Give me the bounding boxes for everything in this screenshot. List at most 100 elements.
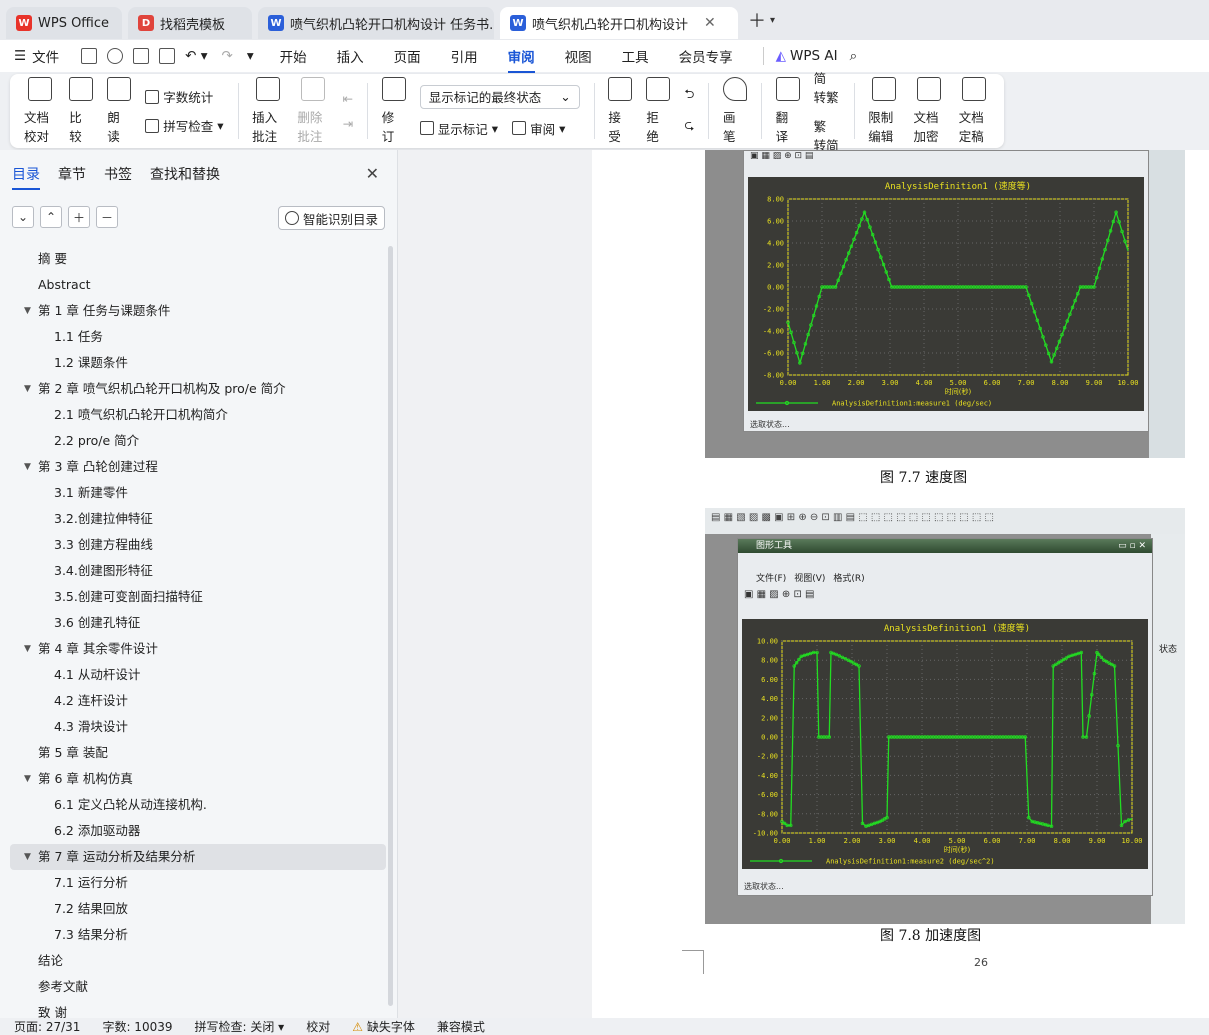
menu-tools[interactable]: 工具 [622, 46, 649, 66]
close-panel-icon[interactable]: ✕ [366, 164, 379, 183]
menu-review[interactable]: 审阅 [507, 46, 535, 73]
menu-page[interactable]: 页面 [394, 46, 421, 66]
expand-triangle-icon[interactable]: ▼ [24, 636, 31, 662]
tab-sections[interactable]: 章节 [58, 164, 86, 190]
compare-button[interactable]: 比较 [69, 77, 94, 145]
doc-check-button[interactable]: 文档校对 [24, 77, 55, 145]
to-traditional-button[interactable]: 简 转繁 [814, 68, 840, 106]
finalize-button[interactable]: 文档定稿 [959, 77, 990, 145]
tab-task-doc[interactable]: W 喷气织机凸轮开口机构设计 任务书.dc [258, 7, 494, 39]
toc-item[interactable]: 7.2 结果回放 [10, 896, 386, 922]
chevron-down-icon[interactable]: ▾ [770, 15, 775, 26]
toc-item[interactable]: ▼ 第 7 章 运动分析及结果分析 [10, 844, 386, 870]
menu-view[interactable]: 视图(V) [794, 571, 825, 584]
menu-insert[interactable]: 插入 [337, 46, 364, 66]
expand-triangle-icon[interactable]: ▼ [24, 298, 31, 324]
tab-find-replace[interactable]: 查找和替换 [150, 164, 220, 190]
toc-item[interactable]: 4.3 滑块设计 [10, 714, 386, 740]
tab-toc[interactable]: 目录 [12, 164, 40, 190]
encrypt-button[interactable]: 文档加密 [913, 77, 944, 145]
save-icon[interactable] [81, 48, 98, 64]
remove-heading-button[interactable]: － [96, 206, 118, 228]
toc-item[interactable]: 4.1 从动杆设计 [10, 662, 386, 688]
new-tab-icon[interactable]: ＋ [748, 7, 766, 33]
restrict-edit-button[interactable]: 限制编辑 [868, 77, 899, 145]
menu-file[interactable]: 文件(F) [756, 571, 786, 584]
toc-item[interactable]: 3.1 新建零件 [10, 480, 386, 506]
expand-triangle-icon[interactable]: ▼ [24, 454, 31, 480]
add-heading-button[interactable]: ＋ [68, 206, 90, 228]
toc-item[interactable]: 3.4.创建图形特征 [10, 558, 386, 584]
search-icon[interactable]: ⌕ [850, 48, 858, 64]
redo-icon[interactable]: ↷ [222, 48, 233, 64]
menu-file[interactable]: 文件 [32, 46, 59, 66]
toc-item[interactable]: 4.2 连杆设计 [10, 688, 386, 714]
revise-button[interactable]: 修订 [381, 77, 406, 145]
toc-item[interactable]: 结论 [10, 948, 386, 974]
toc-item[interactable]: 2.2 pro/e 简介 [10, 428, 386, 454]
insert-comment-button[interactable]: 插入批注 [252, 77, 283, 145]
toc-item[interactable]: ▼ 第 1 章 任务与课题条件 [10, 298, 386, 324]
expand-all-button[interactable]: ⌃ [40, 206, 62, 228]
delete-comment-button[interactable]: 删除批注 [297, 77, 328, 145]
menu-format[interactable]: 格式(R) [833, 571, 864, 584]
toc-item[interactable]: 2.1 喷气织机凸轮开口机构简介 [10, 402, 386, 428]
menu-vip[interactable]: 会员专享 [679, 46, 733, 66]
markup-state-select[interactable]: 显示标记的最终状态 ⌄ [419, 84, 580, 109]
reject-button[interactable]: 拒绝 [646, 77, 671, 145]
toc-item[interactable]: 摘 要 [10, 246, 386, 272]
toc-item[interactable]: 参考文献 [10, 974, 386, 1000]
word-count-button[interactable]: 字数统计 [145, 87, 223, 106]
missing-font-button[interactable]: ⚠ 缺失字体 [352, 1018, 415, 1035]
show-markup-button[interactable]: 显示标记 [438, 119, 488, 138]
toc-item[interactable]: 7.1 运行分析 [10, 870, 386, 896]
spell-check-button[interactable]: 拼写检查 ▾ [145, 116, 224, 135]
print-preview-icon[interactable] [159, 48, 176, 64]
expand-triangle-icon[interactable]: ▼ [24, 766, 31, 792]
toc-item[interactable]: ▼ 第 6 章 机构仿真 [10, 766, 386, 792]
toc-item[interactable]: 1.1 任务 [10, 324, 386, 350]
menu-wps-ai[interactable]: WPS AI [790, 48, 838, 64]
prev-comment-icon[interactable]: ⇤ [343, 91, 353, 106]
hamburger-icon[interactable]: ☰ [14, 48, 26, 64]
toc-item[interactable]: 6.2 添加驱动器 [10, 818, 386, 844]
tab-docer[interactable]: D 找稻壳模板 [128, 7, 252, 39]
toc-item[interactable]: ▼ 第 3 章 凸轮创建过程 [10, 454, 386, 480]
read-aloud-button[interactable]: 朗读 [107, 77, 132, 145]
menu-view[interactable]: 视图 [565, 46, 592, 66]
accept-button[interactable]: 接受 [608, 77, 633, 145]
undo-icon[interactable]: ↶ ▾ [185, 48, 207, 64]
close-tab-icon[interactable]: ✕ [704, 15, 716, 31]
page-indicator[interactable]: 页面: 27/31 [14, 1018, 80, 1035]
tab-wps-office[interactable]: W WPS Office [6, 7, 122, 39]
prev-change-icon[interactable]: ⮌ [684, 85, 694, 106]
menu-reference[interactable]: 引用 [451, 46, 478, 66]
toc-item[interactable]: Abstract [10, 272, 386, 298]
share-icon[interactable] [107, 48, 124, 64]
toc-item[interactable]: 1.2 课题条件 [10, 350, 386, 376]
next-comment-icon[interactable]: ⇥ [343, 116, 353, 131]
tab-bookmarks[interactable]: 书签 [104, 164, 132, 190]
toc-item[interactable]: 7.3 结果分析 [10, 922, 386, 948]
pen-button[interactable]: 画笔 [723, 77, 748, 145]
toc-item[interactable]: ▼ 第 2 章 喷气织机凸轮开口机构及 pro/e 简介 [10, 376, 386, 402]
smart-toc-button[interactable]: 智能识别目录 [277, 206, 385, 230]
word-count[interactable]: 字数: 10039 [102, 1018, 172, 1035]
review-pane-button[interactable]: 审阅 [530, 119, 555, 138]
spell-check-status[interactable]: 拼写检查: 关闭 ▾ [195, 1018, 285, 1035]
expand-triangle-icon[interactable]: ▼ [24, 844, 31, 870]
menu-home[interactable]: 开始 [280, 46, 307, 66]
toc-item[interactable]: 第 5 章 装配 [10, 740, 386, 766]
toc-item[interactable]: 3.6 创建孔特征 [10, 610, 386, 636]
panel-scrollbar[interactable] [388, 246, 393, 1006]
proof-button[interactable]: 校对 [306, 1018, 330, 1035]
print-icon[interactable] [133, 48, 150, 64]
toc-item[interactable]: 3.5.创建可变剖面扫描特征 [10, 584, 386, 610]
collapse-all-button[interactable]: ⌄ [12, 206, 34, 228]
next-change-icon[interactable]: ⮎ [684, 116, 694, 137]
tab-thesis-doc[interactable]: W 喷气织机凸轮开口机构设计 毕 ✕ [500, 7, 738, 39]
window-controls[interactable]: ▭ ▫ ✕ [1118, 539, 1146, 553]
toc-item[interactable]: 3.3 创建方程曲线 [10, 532, 386, 558]
more-icon[interactable]: ▾ [247, 48, 254, 64]
to-simplified-button[interactable]: 繁 转简 [814, 116, 840, 154]
